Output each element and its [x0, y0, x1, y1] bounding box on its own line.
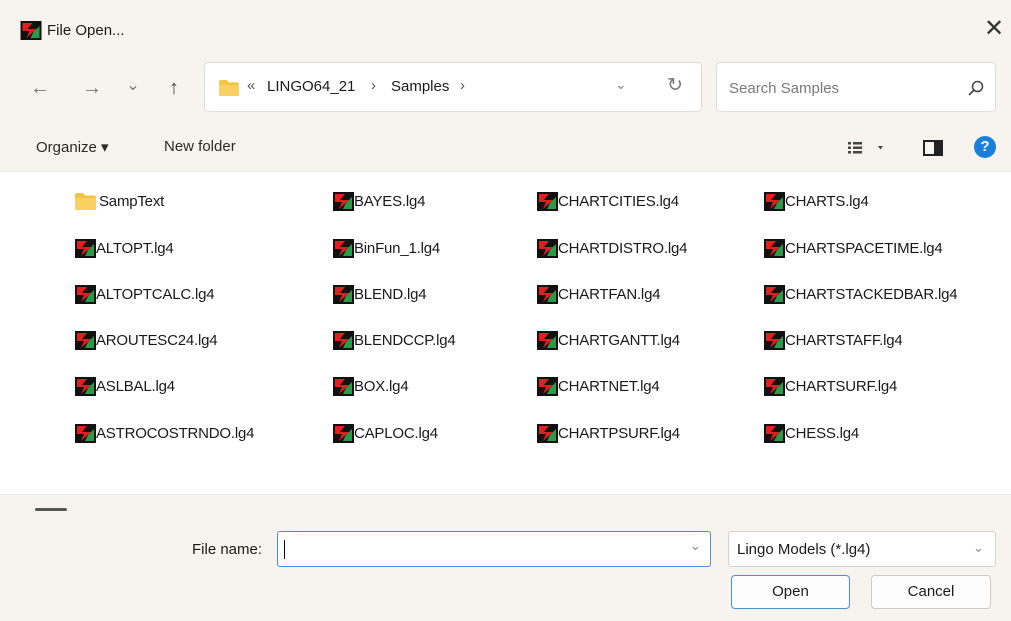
refresh-icon[interactable]: ↻ — [667, 74, 683, 97]
file-item[interactable]: CHARTSURF.lg4 — [764, 373, 897, 399]
file-item[interactable]: CHESS.lg4 — [764, 420, 859, 446]
cancel-button[interactable]: Cancel — [871, 575, 991, 609]
file-name-combobox[interactable]: ⌄ — [277, 531, 711, 567]
lingo-file-icon — [537, 239, 558, 258]
address-dropdown-icon[interactable]: ⌄ — [615, 76, 627, 93]
breadcrumb-lingo64-21[interactable]: LINGO64_21 — [267, 78, 355, 95]
preview-pane-icon[interactable] — [922, 138, 944, 158]
forward-arrow-icon[interactable]: → — [80, 77, 104, 101]
title-bar — [0, 0, 1011, 60]
overflow-chevron-icon[interactable]: « — [247, 77, 255, 94]
lingo-file-icon — [764, 377, 785, 396]
folder-icon — [219, 80, 239, 96]
text-cursor — [284, 540, 285, 559]
file-item[interactable]: ASTROCOSTRNDO.lg4 — [75, 420, 254, 446]
folder-icon — [75, 193, 96, 210]
lingo-file-icon — [75, 377, 96, 396]
file-item[interactable]: ALTOPT.lg4 — [75, 235, 174, 261]
lingo-file-icon — [764, 192, 785, 211]
lingo-file-icon — [333, 192, 354, 211]
organize-menu[interactable]: Organize ▾ — [36, 138, 109, 156]
lingo-file-icon — [764, 331, 785, 350]
lingo-file-icon — [75, 424, 96, 443]
breadcrumb-separator-icon: › — [460, 77, 465, 94]
breadcrumb-separator-icon: › — [371, 77, 376, 94]
file-name-label: File name: — [192, 541, 263, 558]
file-item[interactable]: CHARTSPACETIME.lg4 — [764, 235, 943, 261]
lingo-file-icon — [333, 239, 354, 258]
lingo-file-icon — [537, 424, 558, 443]
file-name-input[interactable] — [284, 538, 674, 560]
lingo-file-icon — [537, 192, 558, 211]
file-item[interactable]: CHARTCITIES.lg4 — [537, 188, 679, 214]
file-item[interactable]: AROUTESC24.lg4 — [75, 327, 218, 353]
lingo-file-icon — [537, 285, 558, 304]
lingo-file-icon — [333, 331, 354, 350]
file-type-dropdown-icon: ⌄ — [973, 540, 984, 555]
file-item[interactable]: CHARTGANTT.lg4 — [537, 327, 680, 353]
breadcrumb-samples[interactable]: Samples — [391, 78, 449, 95]
close-button[interactable]: ✕ — [980, 16, 1008, 44]
horizontal-scrollbar[interactable] — [35, 508, 67, 511]
file-type-select[interactable]: Lingo Models (*.lg4) ⌄ — [728, 531, 996, 567]
file-item[interactable]: CHARTSTACKEDBAR.lg4 — [764, 281, 958, 307]
file-item[interactable]: BAYES.lg4 — [333, 188, 425, 214]
file-item[interactable]: CHARTFAN.lg4 — [537, 281, 661, 307]
file-item[interactable]: CHARTPSURF.lg4 — [537, 420, 680, 446]
window-title: File Open... — [47, 22, 125, 39]
file-item[interactable]: CHARTS.lg4 — [764, 188, 869, 214]
search-box[interactable] — [716, 62, 996, 112]
lingo-file-icon — [333, 424, 354, 443]
search-input[interactable] — [729, 77, 959, 99]
new-folder-button[interactable]: New folder — [164, 138, 236, 155]
view-options-icon[interactable] — [846, 139, 886, 157]
file-item[interactable]: CHARTSTAFF.lg4 — [764, 327, 903, 353]
file-item[interactable]: BLENDCCP.lg4 — [333, 327, 456, 353]
lingo-file-icon — [333, 377, 354, 396]
open-button[interactable]: Open — [731, 575, 850, 609]
address-bar[interactable]: « LINGO64_21 › Samples › ⌄ ↻ — [204, 62, 702, 112]
file-item[interactable]: CAPLOC.lg4 — [333, 420, 438, 446]
folder-item-samptext[interactable]: SampText — [75, 188, 164, 214]
file-item[interactable]: BinFun_1.lg4 — [333, 235, 440, 261]
lingo-app-icon — [20, 21, 42, 40]
up-arrow-icon[interactable]: ↑ — [162, 77, 186, 101]
lingo-file-icon — [75, 239, 96, 258]
help-icon[interactable]: ? — [974, 136, 996, 158]
lingo-file-icon — [537, 331, 558, 350]
recent-locations-chevron-icon[interactable]: ⌄ — [121, 75, 145, 99]
file-item[interactable]: ASLBAL.lg4 — [75, 373, 175, 399]
file-name-dropdown-icon[interactable]: ⌄ — [690, 538, 701, 554]
lingo-file-icon — [333, 285, 354, 304]
file-item[interactable]: BLEND.lg4 — [333, 281, 427, 307]
file-type-value: Lingo Models (*.lg4) — [737, 541, 871, 558]
lingo-file-icon — [764, 285, 785, 304]
lingo-file-icon — [764, 239, 785, 258]
lingo-file-icon — [764, 424, 785, 443]
search-icon[interactable] — [967, 79, 985, 97]
lingo-file-icon — [75, 331, 96, 350]
lingo-file-icon — [75, 285, 96, 304]
file-item[interactable]: ALTOPTCALC.lg4 — [75, 281, 215, 307]
lingo-file-icon — [537, 377, 558, 396]
file-item[interactable]: CHARTNET.lg4 — [537, 373, 660, 399]
file-item[interactable]: CHARTDISTRO.lg4 — [537, 235, 687, 261]
file-item[interactable]: BOX.lg4 — [333, 373, 409, 399]
back-arrow-icon[interactable]: ← — [28, 77, 52, 101]
